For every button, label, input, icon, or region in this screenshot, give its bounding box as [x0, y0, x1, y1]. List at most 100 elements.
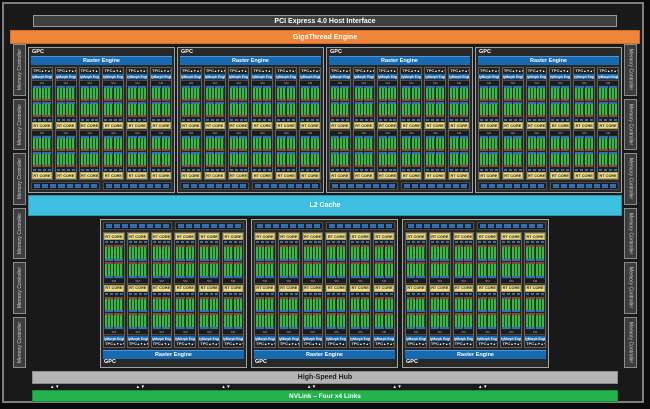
sm-processing-blocks	[229, 85, 249, 118]
texture-unit	[613, 119, 617, 121]
texture-unit	[361, 241, 365, 243]
ldst-sfu-strip	[426, 115, 435, 117]
ldst-sfu-strip	[42, 165, 51, 167]
texture-unit	[289, 241, 293, 243]
texture-unit	[402, 119, 406, 121]
tpc-block: TPC▲▼▲▼PolyMorph EngineSMRT CORESMRT COR…	[524, 232, 546, 348]
texture-unit	[114, 169, 118, 171]
polymorph-engine-bar: PolyMorph Engine	[353, 74, 374, 79]
rop-unit	[281, 224, 288, 228]
rt-core: RT CORE	[374, 284, 394, 292]
sm-block: SM RT CORE	[252, 130, 273, 179]
processing-block	[301, 86, 310, 101]
sm-processing-blocks	[401, 85, 421, 118]
processing-block	[176, 296, 185, 313]
ldst-sfu-strip	[104, 165, 113, 167]
sm-label: SM	[302, 330, 323, 334]
tpc-block: TPC▲▼▲▼PolyMorph EngineSMRT CORESMRT COR…	[227, 67, 250, 180]
scheduler-strip	[535, 310, 544, 313]
sm-processing-blocks	[354, 135, 374, 168]
cuda-cores	[279, 247, 289, 259]
up-down-arrows-icon: ▲▼	[445, 342, 450, 346]
tpc-header: TPC▲▼▲▼	[477, 341, 498, 347]
cuda-cores	[233, 263, 242, 276]
rt-core: RT CORE	[526, 172, 547, 179]
scheduler-strip	[176, 327, 185, 329]
processing-block	[450, 86, 459, 101]
cuda-cores	[200, 315, 209, 327]
processing-block	[152, 313, 162, 329]
rt-core: RT CORE	[449, 122, 469, 129]
scheduler-strip	[430, 310, 440, 313]
cuda-cores	[286, 138, 296, 149]
processing-block	[513, 136, 522, 151]
rop-unit	[239, 184, 246, 188]
cuda-cores	[66, 104, 75, 115]
cuda-cores	[239, 104, 248, 115]
cuda-cores	[360, 247, 370, 259]
cuda-cores	[487, 263, 497, 276]
texture-unit	[104, 292, 108, 295]
raster-engine-bar: Raster Engine	[405, 350, 546, 359]
cuda-cores	[303, 247, 313, 259]
tpc-header: TPC▲▼▲▼	[278, 341, 299, 347]
cuda-cores	[42, 154, 51, 165]
cuda-cores	[224, 298, 233, 311]
texture-unit	[431, 119, 435, 121]
sm-processing-blocks	[326, 296, 346, 331]
texture-unit	[270, 241, 274, 243]
rop-unit	[332, 184, 339, 188]
rt-core: RT CORE	[55, 122, 76, 129]
ldst-sfu-strip	[42, 149, 51, 151]
processing-block	[608, 152, 617, 167]
rop-unit	[480, 224, 487, 228]
sm-processing-blocks	[503, 135, 523, 168]
processing-block	[105, 313, 114, 329]
tpc-block: TPC▲▼▲▼PolyMorph EngineSMRT CORESMRT COR…	[329, 67, 351, 180]
rop-unit	[130, 184, 137, 188]
ldst-sfu-strip	[608, 165, 617, 167]
texture-unit	[407, 169, 411, 171]
texture-unit	[284, 292, 288, 295]
sm-block: SM RT CORE	[353, 130, 374, 179]
tpc-header: TPC▲▼▲▼	[127, 341, 148, 347]
sm-processing-blocks	[479, 135, 499, 168]
cuda-cores	[416, 263, 425, 276]
texture-unit	[421, 241, 425, 243]
rt-core: RT CORE	[278, 233, 299, 240]
processing-block	[42, 86, 51, 101]
ldst-sfu-strip	[388, 149, 397, 151]
processing-block	[464, 245, 473, 261]
ldst-sfu-strip	[560, 115, 570, 117]
texture-unit	[493, 241, 497, 243]
ldst-sfu-strip	[301, 165, 310, 167]
texture-unit	[244, 119, 248, 121]
scheduler-strip	[114, 310, 123, 313]
texture-unit	[366, 241, 370, 243]
sm-block: SM RT CORE	[598, 130, 618, 179]
scheduler-strip	[407, 258, 416, 261]
ldst-sfu-strip	[480, 165, 489, 167]
cuda-cores	[215, 88, 224, 99]
cuda-cores	[575, 138, 584, 149]
ldst-sfu-strip	[182, 99, 191, 101]
texture-unit	[556, 169, 560, 171]
cuda-cores	[239, 154, 248, 165]
cuda-cores	[152, 298, 162, 311]
processing-block	[354, 102, 364, 117]
processing-block	[310, 152, 319, 167]
cuda-cores	[161, 104, 170, 115]
sm-processing-blocks	[56, 85, 76, 118]
processing-block	[303, 313, 313, 329]
ldst-sfu-strip	[229, 115, 239, 117]
tpc-block: TPC▲▼▲▼PolyMorph EngineSMRT CORESMRT COR…	[150, 67, 172, 180]
memory-controller-segment: Memory Controller	[13, 316, 26, 368]
processing-block	[265, 261, 274, 278]
scheduler-strip	[502, 310, 511, 313]
cuda-cores	[200, 247, 209, 259]
sm-block: SM RT CORE	[103, 130, 124, 179]
processing-block	[351, 245, 360, 261]
sm-block: SM RT CORE	[501, 233, 522, 284]
cuda-cores	[265, 247, 274, 259]
rop-unit	[601, 184, 608, 188]
